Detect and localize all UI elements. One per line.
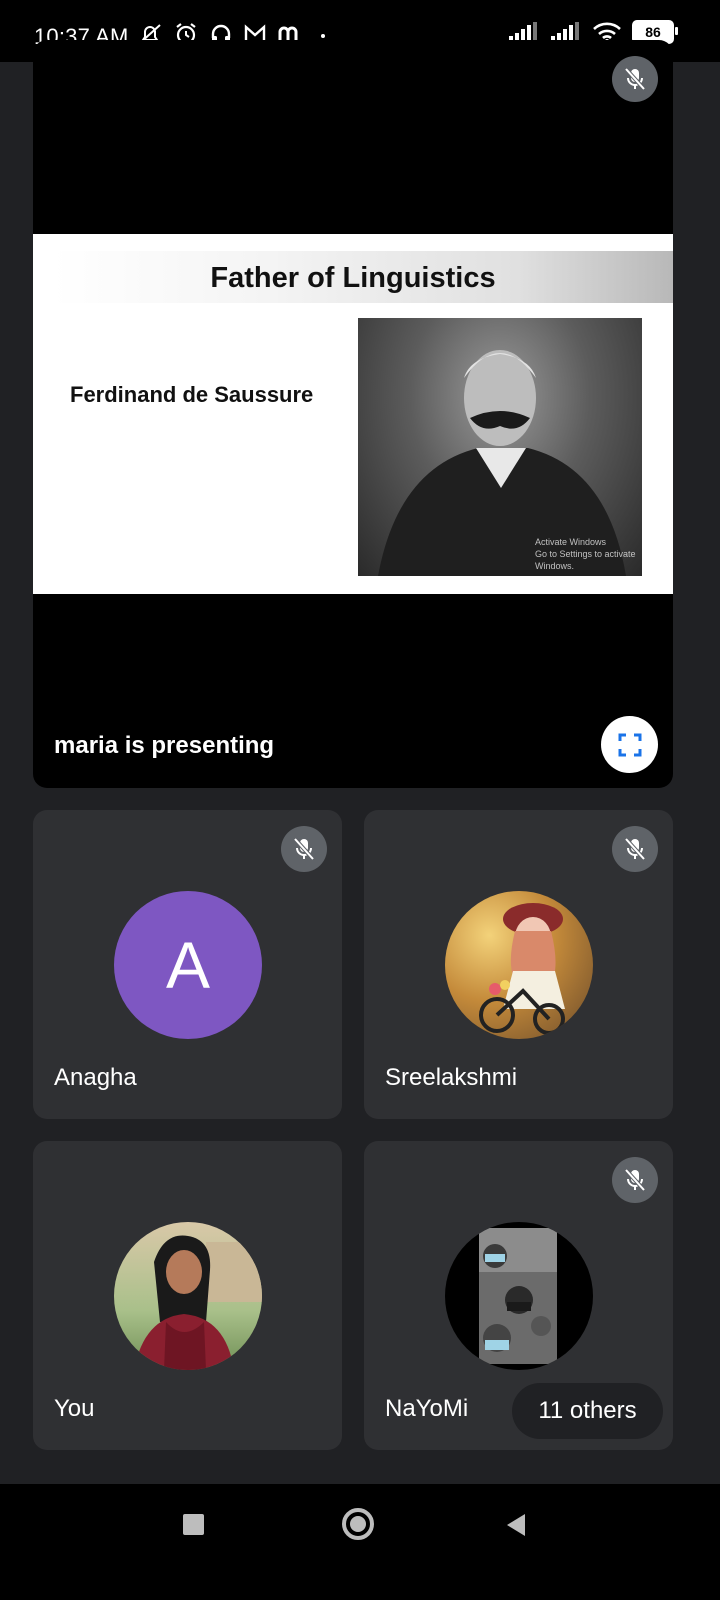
slide-title: Father of Linguistics (210, 262, 496, 294)
participant-name: You (54, 1395, 95, 1422)
mic-off-badge (281, 826, 327, 872)
mic-off-badge (612, 826, 658, 872)
participant-tile-sreelakshmi[interactable]: Sreelakshmi (364, 810, 673, 1119)
mic-off-icon (624, 1168, 646, 1192)
slide-subtitle: Ferdinand de Saussure (70, 382, 314, 407)
recents-button[interactable] (183, 1514, 204, 1535)
presentation-mic-off-badge (612, 56, 658, 102)
presentation-tile[interactable]: Father of Linguistics Ferdinand de Sauss… (33, 40, 673, 788)
avatar (445, 1222, 593, 1370)
navigation-bar (0, 1484, 720, 1600)
signal-icon (551, 22, 579, 41)
activation-watermark: Activate Windows Go to Settings to activ… (535, 537, 636, 571)
mic-off-icon (624, 67, 646, 91)
presenter-label: maria is presenting (54, 732, 275, 759)
home-button[interactable] (342, 1508, 374, 1540)
others-chip[interactable]: 11 others (512, 1383, 663, 1439)
battery-level: 86 (645, 24, 661, 40)
avatar (445, 891, 593, 1039)
mic-off-icon (293, 837, 315, 861)
shared-slide: Father of Linguistics Ferdinand de Sauss… (33, 234, 673, 594)
participant-name: Sreelakshmi (385, 1064, 518, 1091)
fullscreen-icon (618, 733, 641, 756)
participant-tile-anagha[interactable]: A Anagha (33, 810, 342, 1119)
back-button[interactable] (505, 1512, 527, 1538)
mic-off-badge (612, 1157, 658, 1203)
mic-off-icon (624, 837, 646, 861)
participant-name: NaYoMi (385, 1395, 469, 1422)
avatar (114, 1222, 262, 1370)
avatar: A (114, 891, 262, 1039)
signal-icon (509, 22, 537, 41)
participant-tile-you[interactable]: You (33, 1141, 342, 1450)
fullscreen-button[interactable] (601, 716, 658, 773)
participant-name: Anagha (54, 1064, 137, 1091)
